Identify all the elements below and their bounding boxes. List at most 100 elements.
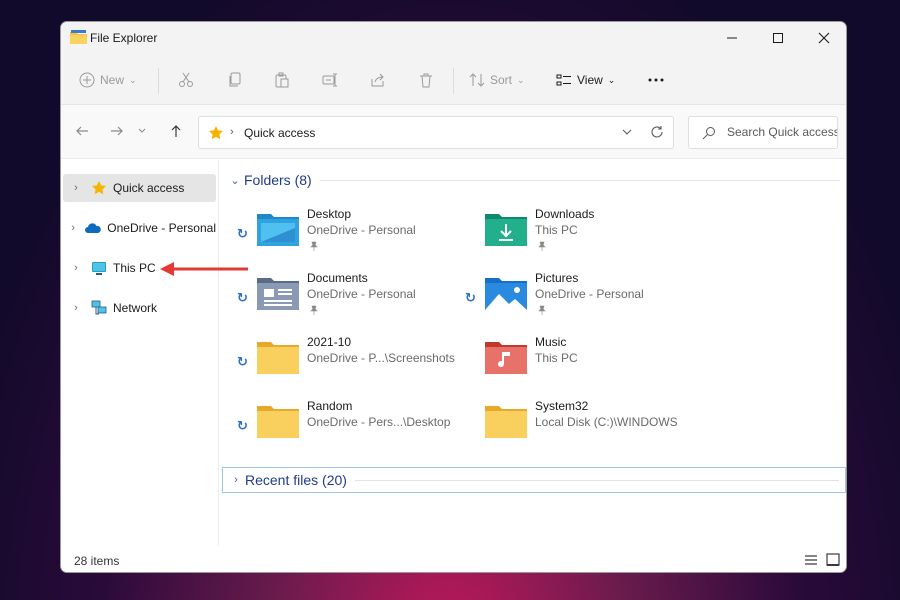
more-options-button[interactable] <box>647 64 665 96</box>
address-bar[interactable]: › Quick access <box>198 116 674 149</box>
folder-location: OneDrive - P...\Screenshots <box>307 351 455 365</box>
folder-name: Downloads <box>535 207 595 221</box>
sidebar-item-network[interactable]: › Network <box>63 294 216 322</box>
refresh-button[interactable] <box>650 125 664 142</box>
folder-name: Desktop <box>307 207 352 221</box>
chevron-right-icon[interactable]: › <box>67 222 79 234</box>
toolbar-divider <box>453 68 454 94</box>
folder-name: Documents <box>307 271 368 285</box>
view-list-icon <box>556 74 571 86</box>
close-icon <box>818 32 830 44</box>
desktop-folder-icon <box>257 214 299 246</box>
address-dropdown-button[interactable] <box>620 125 634 142</box>
plus-circle-icon <box>79 72 95 88</box>
details-view-button[interactable] <box>803 552 819 568</box>
arrow-left-icon <box>76 126 88 136</box>
folder-name: Random <box>307 399 353 413</box>
minimize-button[interactable] <box>709 22 755 54</box>
sync-icon: ↻ <box>237 418 248 433</box>
forward-button[interactable] <box>105 119 129 143</box>
cut-button[interactable] <box>178 64 194 96</box>
folder-tile-desktop[interactable]: ↻ Desktop OneDrive - Personal <box>220 206 448 262</box>
folder-tile-pictures[interactable]: ↻ Pictures OneDrive - Personal <box>448 270 676 326</box>
pin-icon <box>310 305 318 315</box>
details-view-icon <box>805 555 817 565</box>
sidebar-item-label: This PC <box>113 261 156 275</box>
chevron-down-icon: ⌄ <box>517 74 525 85</box>
content-pane: ⌄ Folders (8) ↻ Desktop OneDrive - Perso… <box>220 160 846 545</box>
folder-tile-random[interactable]: ↻ Random OneDrive - Pers...\Desktop <box>220 398 451 454</box>
search-input[interactable] <box>727 125 837 139</box>
rename-button[interactable] <box>322 64 338 96</box>
folder-location: OneDrive - Personal <box>535 287 644 301</box>
chevron-right-icon[interactable]: › <box>67 302 85 314</box>
folder-location: OneDrive - Personal <box>307 287 416 301</box>
copy-button[interactable] <box>227 64 243 96</box>
share-icon <box>371 73 384 87</box>
sidebar-item-onedrive[interactable]: › OneDrive - Personal <box>63 214 216 242</box>
folder-location: OneDrive - Pers...\Desktop <box>307 415 451 429</box>
more-icon <box>648 78 664 82</box>
chevron-right-icon[interactable]: › <box>67 182 85 194</box>
maximize-icon <box>773 33 783 43</box>
copy-icon <box>229 72 241 87</box>
pin-icon <box>310 241 318 251</box>
star-icon <box>90 180 108 196</box>
back-button[interactable] <box>70 119 94 143</box>
pictures-folder-icon <box>485 278 527 310</box>
arrow-right-icon <box>111 126 123 136</box>
sidebar-item-quick-access[interactable]: › Quick access <box>63 174 216 202</box>
minimize-icon <box>727 37 737 39</box>
folder-tile-2021-10[interactable]: ↻ 2021-10 OneDrive - P...\Screenshots <box>220 334 455 390</box>
up-button[interactable] <box>164 119 188 143</box>
recent-files-section-header[interactable]: › Recent files (20) <box>222 467 846 493</box>
window-title: File Explorer <box>90 31 158 45</box>
network-icon <box>90 300 108 316</box>
share-button[interactable] <box>370 64 386 96</box>
sort-button[interactable]: Sort ⌄ <box>469 64 525 96</box>
folder-tile-system32[interactable]: System32 Local Disk (C:)\WINDOWS <box>448 398 678 454</box>
folders-section-header[interactable]: ⌄ Folders (8) <box>222 167 846 193</box>
sort-icon <box>469 73 485 87</box>
folder-tile-music[interactable]: Music This PC <box>448 334 676 390</box>
folder-icon <box>257 406 299 438</box>
close-button[interactable] <box>801 22 846 54</box>
address-row: › Quick access <box>61 105 846 159</box>
folder-name: System32 <box>535 399 589 413</box>
item-count: 28 items <box>74 554 120 568</box>
pin-icon <box>538 305 546 315</box>
breadcrumb-current[interactable]: Quick access <box>244 126 315 140</box>
folder-name: Music <box>535 335 567 349</box>
breadcrumb-chevron-icon: › <box>230 126 234 138</box>
chevron-down-icon <box>622 129 632 135</box>
folder-tile-documents[interactable]: ↻ Documents OneDrive - Personal <box>220 270 448 326</box>
folder-tile-downloads[interactable]: Downloads This PC <box>448 206 676 262</box>
scissors-icon <box>179 72 193 87</box>
new-button-label: New <box>100 73 125 87</box>
folder-location: This PC <box>535 223 578 237</box>
command-bar: New ⌄ Sort ⌄ View ⌄ <box>61 54 846 105</box>
star-icon <box>208 125 224 144</box>
title-bar[interactable]: File Explorer <box>61 22 846 54</box>
folder-icon <box>257 342 299 374</box>
recent-locations-button[interactable] <box>135 119 149 143</box>
folder-location: Local Disk (C:)\WINDOWS <box>535 415 678 429</box>
refresh-icon <box>651 126 663 138</box>
folder-location: This PC <box>535 351 578 365</box>
chevron-down-icon: ⌄ <box>230 174 240 187</box>
chevron-right-icon[interactable]: › <box>67 262 85 274</box>
chevron-down-icon: ⌄ <box>607 74 616 85</box>
toolbar-divider <box>158 68 159 94</box>
sidebar-item-label: Quick access <box>113 181 185 195</box>
view-button[interactable]: View ⌄ <box>556 64 615 96</box>
new-button[interactable]: New ⌄ <box>79 64 137 96</box>
maximize-button[interactable] <box>755 22 801 54</box>
documents-folder-icon <box>257 278 299 310</box>
tiles-view-button[interactable] <box>825 552 841 568</box>
delete-button[interactable] <box>418 64 434 96</box>
file-explorer-window: File Explorer New ⌄ Sort ⌄ View ⌄ › Quic… <box>60 21 847 573</box>
paste-button[interactable] <box>274 64 290 96</box>
search-box[interactable] <box>688 116 838 149</box>
search-icon <box>702 126 716 143</box>
sidebar-item-label: Network <box>113 301 158 315</box>
